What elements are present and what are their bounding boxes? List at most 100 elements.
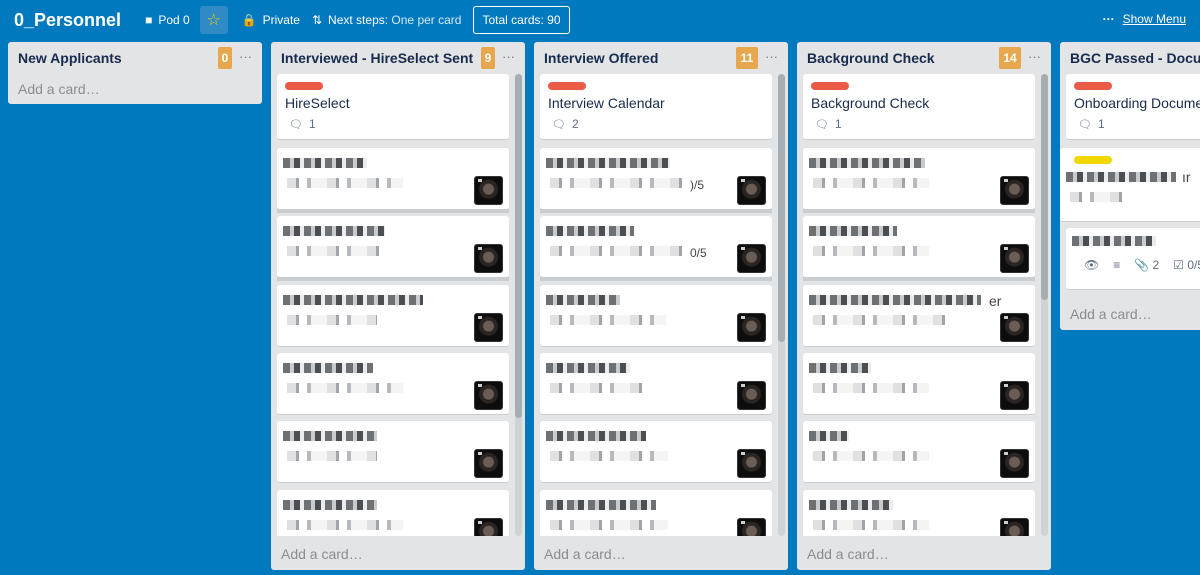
card-redacted[interactable]: er xyxy=(803,285,1035,347)
card-redacted[interactable] xyxy=(540,353,772,415)
board-header: 0_Personnel ■ Pod 0 ☆ 🔒 Private ⇅ Next s… xyxy=(0,0,1200,40)
list-title[interactable]: New Applicants xyxy=(18,50,122,66)
card-redacted[interactable]: ır xyxy=(1060,148,1200,222)
redacted-meta xyxy=(550,451,668,461)
comment-count: 1 xyxy=(308,117,316,131)
list-header: New Applicants 0 ··· xyxy=(8,42,262,74)
card-redacted[interactable] xyxy=(277,421,509,483)
card-redacted[interactable] xyxy=(540,285,772,347)
list-scrollbar[interactable] xyxy=(1041,74,1048,536)
card-redacted[interactable]: )/5 xyxy=(540,148,772,213)
list-title[interactable]: Background Check xyxy=(807,50,935,66)
member-avatar[interactable] xyxy=(1000,449,1029,478)
label-red xyxy=(1074,82,1112,90)
card-redacted[interactable] xyxy=(540,421,772,483)
next-steps-value: One per card xyxy=(391,13,462,27)
card-redacted[interactable] xyxy=(803,148,1035,213)
card[interactable]: Interview Calendar 🗨 2 xyxy=(540,74,772,140)
label-yellow xyxy=(1074,156,1112,164)
scrollbar-thumb[interactable] xyxy=(1041,74,1048,300)
show-menu-label: Show Menu xyxy=(1122,12,1186,26)
list-title[interactable]: Interview Offered xyxy=(544,50,658,66)
add-card-link[interactable]: Add a card… xyxy=(18,81,100,97)
more-icon: ··· xyxy=(1102,12,1115,26)
list-menu-icon[interactable]: ··· xyxy=(502,49,515,64)
comment-icon: 🗨 xyxy=(289,118,303,131)
card-redacted[interactable] xyxy=(803,490,1035,536)
card-redacted[interactable] xyxy=(540,490,772,536)
visibility-button[interactable]: 🔒 Private xyxy=(236,6,306,34)
member-avatar[interactable] xyxy=(1000,313,1029,342)
card-redacted[interactable]: 👁 ≡ 📎 2 ☑ 0/5 xyxy=(1066,228,1200,290)
list-menu-icon[interactable]: ··· xyxy=(765,49,778,64)
member-avatar[interactable] xyxy=(737,381,766,410)
member-avatar[interactable] xyxy=(737,518,766,536)
show-menu-button[interactable]: ··· Show Menu xyxy=(1103,12,1186,26)
member-avatar[interactable] xyxy=(474,244,503,273)
card-redacted[interactable] xyxy=(277,285,509,347)
scrollbar-thumb[interactable] xyxy=(778,74,785,342)
redacted-title xyxy=(283,226,385,236)
comment-badge: 🗨 1 xyxy=(289,117,316,131)
redacted-meta xyxy=(813,451,929,461)
card[interactable]: Background Check 🗨 1 xyxy=(803,74,1035,140)
redacted-title xyxy=(283,158,367,168)
attachment-badge: 📎 2 xyxy=(1134,258,1159,272)
member-avatar[interactable] xyxy=(737,176,766,205)
card-divider xyxy=(277,209,509,213)
card-redacted[interactable] xyxy=(803,216,1035,281)
board-title[interactable]: 0_Personnel xyxy=(14,10,121,31)
team-button[interactable]: ■ Pod 0 xyxy=(139,6,196,34)
member-avatar[interactable] xyxy=(474,518,503,536)
comment-icon: 🗨 xyxy=(552,118,566,131)
card-redacted[interactable] xyxy=(803,353,1035,415)
scrollbar-thumb[interactable] xyxy=(515,74,522,418)
add-card-link[interactable]: Add a card… xyxy=(281,546,363,562)
member-avatar[interactable] xyxy=(737,449,766,478)
list-title[interactable]: Interviewed - HireSelect Sent xyxy=(281,50,473,66)
member-avatar[interactable] xyxy=(474,313,503,342)
member-avatar[interactable] xyxy=(737,244,766,273)
list-title[interactable]: BGC Passed - Documents xyxy=(1070,50,1200,66)
list-header: Interview Offered 11 ··· xyxy=(534,42,788,74)
list-menu-icon[interactable]: ··· xyxy=(1028,49,1041,64)
list-scrollbar[interactable] xyxy=(515,74,522,536)
total-cards-box[interactable]: Total cards: 90 xyxy=(473,6,570,34)
card-count-badge: 11 xyxy=(736,47,758,69)
member-avatar[interactable] xyxy=(474,176,503,205)
label-red xyxy=(811,82,849,90)
card-redacted[interactable] xyxy=(277,353,509,415)
member-avatar[interactable] xyxy=(474,381,503,410)
list-menu-icon[interactable]: ··· xyxy=(239,49,252,64)
card-list: Background Check 🗨 1 er xyxy=(803,74,1035,536)
member-avatar[interactable] xyxy=(1000,518,1029,536)
member-avatar[interactable] xyxy=(1000,176,1029,205)
card-redacted[interactable] xyxy=(277,148,509,213)
card-badges: 👁 ≡ 📎 2 ☑ 0/5 xyxy=(1084,258,1200,272)
card[interactable]: HireSelect 🗨 1 xyxy=(277,74,509,140)
lock-icon: 🔒 xyxy=(241,13,257,27)
comment-icon: 🗨 xyxy=(815,118,829,131)
add-card-link[interactable]: Add a card… xyxy=(1070,306,1152,322)
add-card-link[interactable]: Add a card… xyxy=(807,546,889,562)
card[interactable]: Onboarding Documents 🗨1 xyxy=(1066,74,1200,140)
member-avatar[interactable] xyxy=(1000,244,1029,273)
redacted-title xyxy=(1072,236,1156,246)
card-redacted[interactable] xyxy=(277,490,509,536)
list-scrollbar[interactable] xyxy=(778,74,785,536)
member-avatar[interactable] xyxy=(737,313,766,342)
add-card-link[interactable]: Add a card… xyxy=(544,546,626,562)
card-list: Interview Calendar 🗨 2 )/5 0/5 xyxy=(540,74,772,536)
redacted-meta xyxy=(287,383,403,393)
member-avatar[interactable] xyxy=(1000,381,1029,410)
redacted-meta xyxy=(550,315,666,325)
list-interview-offered: Interview Offered 11 ··· Interview Calen… xyxy=(534,42,788,570)
star-board-button[interactable]: ☆ xyxy=(199,6,228,34)
card-redacted[interactable]: 0/5 xyxy=(540,216,772,281)
redacted-meta xyxy=(1070,192,1130,202)
redacted-meta xyxy=(813,246,929,256)
next-steps-button[interactable]: ⇅ Next steps: One per card xyxy=(306,6,467,34)
card-redacted[interactable] xyxy=(277,216,509,281)
card-redacted[interactable] xyxy=(803,421,1035,483)
member-avatar[interactable] xyxy=(474,449,503,478)
